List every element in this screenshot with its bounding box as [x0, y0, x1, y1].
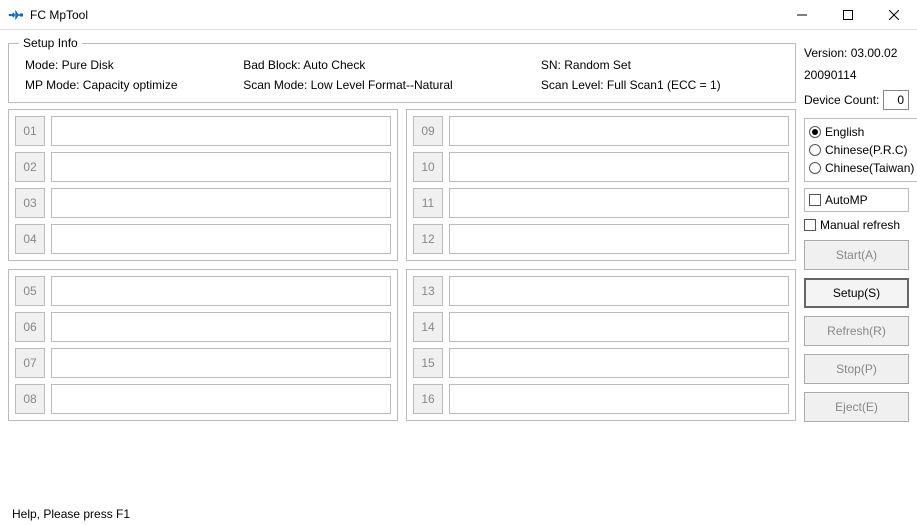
slot-field-06[interactable] [51, 312, 391, 342]
slot-field-11[interactable] [449, 188, 789, 218]
slot-field-02[interactable] [51, 152, 391, 182]
checkbox-icon [809, 194, 821, 206]
slot-num-16[interactable]: 16 [413, 384, 443, 414]
radio-chinese-tw-label: Chinese(Taiwan) [825, 161, 914, 175]
slot-field-05[interactable] [51, 276, 391, 306]
refresh-button[interactable]: Refresh(R) [804, 316, 909, 346]
version-label: Version: 03.00.02 [804, 46, 909, 60]
slot-num-07[interactable]: 07 [15, 348, 45, 378]
radio-chinese-tw[interactable]: Chinese(Taiwan) [809, 161, 914, 175]
slot-num-02[interactable]: 02 [15, 152, 45, 182]
automp-label: AutoMP [825, 193, 868, 207]
slot-field-13[interactable] [449, 276, 789, 306]
radio-icon [809, 162, 821, 174]
slot-num-04[interactable]: 04 [15, 224, 45, 254]
window-title: FC MpTool [30, 8, 779, 22]
eject-button[interactable]: Eject(E) [804, 392, 909, 422]
setup-scan-mode: Scan Mode: Low Level Format--Natural [243, 78, 541, 92]
slot-field-07[interactable] [51, 348, 391, 378]
slot-field-09[interactable] [449, 116, 789, 146]
radio-icon [809, 144, 821, 156]
device-count-label: Device Count: [804, 93, 879, 107]
slot-num-14[interactable]: 14 [413, 312, 443, 342]
setup-legend: Setup Info [19, 36, 82, 50]
maximize-icon [843, 10, 853, 20]
slot-num-15[interactable]: 15 [413, 348, 443, 378]
checkbox-manual-refresh[interactable]: Manual refresh [804, 218, 909, 232]
usb-icon [8, 7, 24, 23]
radio-english-label: English [825, 125, 864, 139]
radio-chinese-prc[interactable]: Chinese(P.R.C) [809, 143, 914, 157]
manual-refresh-label: Manual refresh [820, 218, 900, 232]
minimize-button[interactable] [779, 0, 825, 29]
slot-num-10[interactable]: 10 [413, 152, 443, 182]
status-bar: Help, Please press F1 [12, 507, 130, 521]
setup-mp-mode: MP Mode: Capacity optimize [25, 78, 243, 92]
radio-english[interactable]: English [809, 125, 914, 139]
slot-group-4: 13 14 15 16 [406, 269, 796, 421]
checkbox-icon [804, 219, 816, 231]
radio-chinese-prc-label: Chinese(P.R.C) [825, 143, 907, 157]
language-group: English Chinese(P.R.C) Chinese(Taiwan) [804, 118, 917, 182]
slot-field-15[interactable] [449, 348, 789, 378]
slot-field-01[interactable] [51, 116, 391, 146]
slot-num-09[interactable]: 09 [413, 116, 443, 146]
setup-button[interactable]: Setup(S) [804, 278, 909, 308]
slot-num-03[interactable]: 03 [15, 188, 45, 218]
slot-group-1: 01 02 03 04 [8, 109, 398, 261]
slot-num-12[interactable]: 12 [413, 224, 443, 254]
maximize-button[interactable] [825, 0, 871, 29]
close-button[interactable] [871, 0, 917, 29]
slot-field-10[interactable] [449, 152, 789, 182]
close-icon [889, 10, 899, 20]
start-button[interactable]: Start(A) [804, 240, 909, 270]
slot-group-2: 09 10 11 12 [406, 109, 796, 261]
slot-field-16[interactable] [449, 384, 789, 414]
titlebar: FC MpTool [0, 0, 917, 30]
minimize-icon [797, 10, 807, 20]
date-label: 20090114 [804, 68, 909, 82]
setup-info-group: Setup Info Mode: Pure Disk Bad Block: Au… [8, 36, 796, 103]
setup-mode: Mode: Pure Disk [25, 58, 243, 72]
slot-num-13[interactable]: 13 [413, 276, 443, 306]
slot-num-05[interactable]: 05 [15, 276, 45, 306]
slot-field-08[interactable] [51, 384, 391, 414]
slot-num-01[interactable]: 01 [15, 116, 45, 146]
device-count-value: 0 [883, 90, 909, 110]
radio-icon [809, 126, 821, 138]
slot-field-14[interactable] [449, 312, 789, 342]
setup-bad-block: Bad Block: Auto Check [243, 58, 541, 72]
slot-num-08[interactable]: 08 [15, 384, 45, 414]
slot-field-03[interactable] [51, 188, 391, 218]
stop-button[interactable]: Stop(P) [804, 354, 909, 384]
slot-num-06[interactable]: 06 [15, 312, 45, 342]
setup-scan-level: Scan Level: Full Scan1 (ECC = 1) [541, 78, 779, 92]
setup-sn: SN: Random Set [541, 58, 779, 72]
slot-group-3: 05 06 07 08 [8, 269, 398, 421]
slot-field-04[interactable] [51, 224, 391, 254]
checkbox-automp[interactable]: AutoMP [809, 193, 904, 207]
slot-num-11[interactable]: 11 [413, 188, 443, 218]
slot-field-12[interactable] [449, 224, 789, 254]
